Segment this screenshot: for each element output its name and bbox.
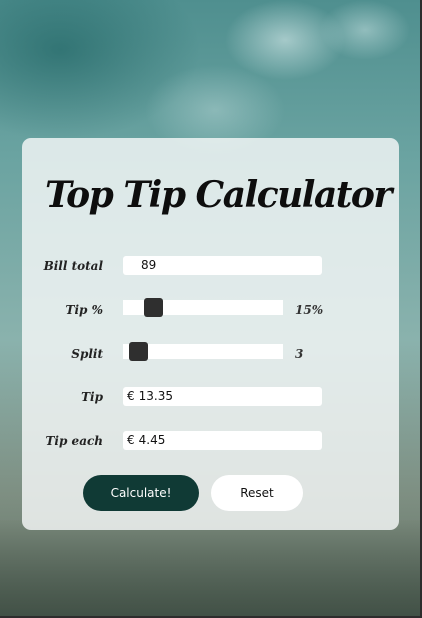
tip-each-label: Tip each xyxy=(45,434,104,448)
calculator-card: Top Tip Calculator Bill total Tip % 15% … xyxy=(22,138,399,530)
split-label: Split xyxy=(71,347,103,361)
tip-each-value: 4.45 xyxy=(138,433,166,447)
page-title: Top Tip Calculator xyxy=(45,174,392,216)
tip-label: Tip xyxy=(81,390,103,404)
tip-percent-label: Tip % xyxy=(65,303,103,317)
background-photo-shade xyxy=(0,520,422,618)
bill-total-input[interactable] xyxy=(123,256,322,275)
split-slider-thumb[interactable] xyxy=(129,342,148,361)
tip-each-output: €4.45 xyxy=(123,431,322,450)
tip-percent-slider-thumb[interactable] xyxy=(144,298,163,317)
tip-currency-symbol: € xyxy=(127,389,135,403)
calculate-button[interactable]: Calculate! xyxy=(83,475,199,511)
tip-output: €13.35 xyxy=(123,387,322,406)
tip-value: 13.35 xyxy=(138,389,173,403)
split-value: 3 xyxy=(295,347,304,361)
split-slider[interactable] xyxy=(123,342,283,361)
tip-percent-slider[interactable] xyxy=(123,298,283,317)
tip-percent-value: 15% xyxy=(295,303,324,317)
tip-each-currency-symbol: € xyxy=(127,433,135,447)
bill-total-label: Bill total xyxy=(43,259,103,273)
reset-button[interactable]: Reset xyxy=(211,475,303,511)
